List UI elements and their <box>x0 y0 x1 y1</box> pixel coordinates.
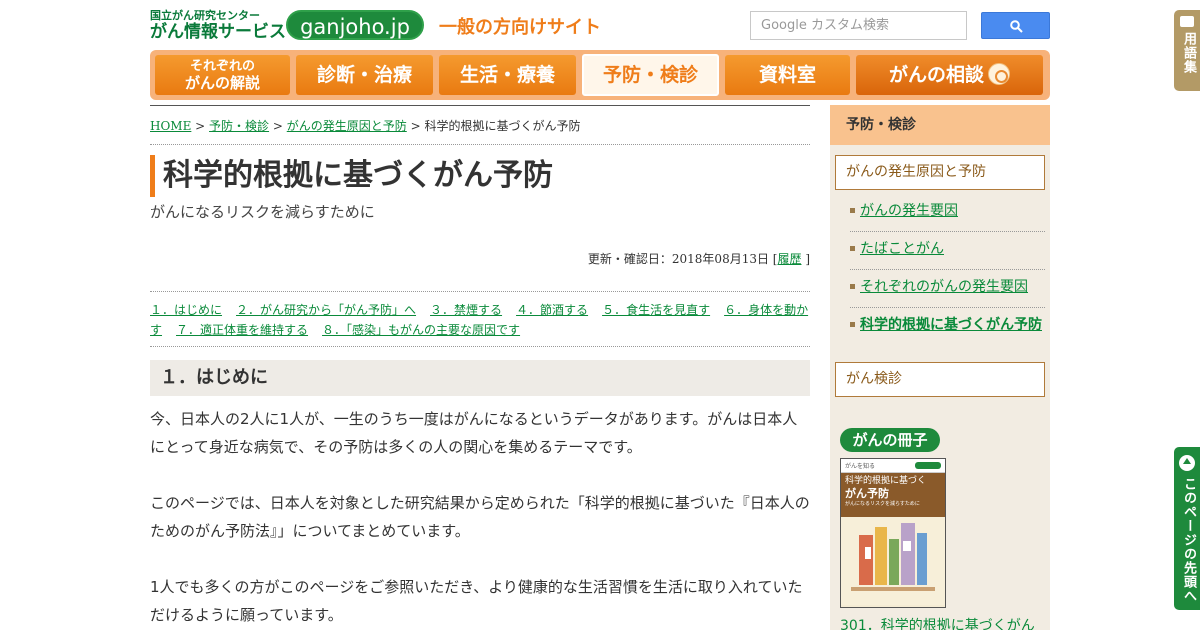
body-paragraph: 今、日本人の2人に1人が、一生のうち一度はがんになるというデータがあります。がん… <box>150 410 798 456</box>
breadcrumb-sep: > <box>406 119 425 133</box>
sidebar-link-label[interactable]: それぞれのがんの発生要因 <box>860 278 1045 296</box>
sidebar-link[interactable]: がんの発生要因 <box>850 202 1045 232</box>
toc-item[interactable]: ８．「感染」もがんの主要な原因です <box>322 323 520 337</box>
breadcrumb-prevention[interactable]: 予防・検診 <box>209 119 269 133</box>
site-pill-logo[interactable]: ganjoho.jp <box>286 10 424 40</box>
updated-date: 更新・確認日：2018年08月13日 [履歴 ] <box>588 250 810 267</box>
toc-item[interactable]: ４．節酒する <box>516 303 588 317</box>
sidebar-heading: 予防・検診 <box>830 105 1050 145</box>
site-logo[interactable]: 国立がん研究センター がん情報サービス <box>150 9 286 43</box>
page-top-tab[interactable]: このページの先頭へ <box>1174 447 1200 610</box>
site-tagline: 一般の方向けサイト <box>439 17 601 38</box>
toc-item[interactable]: ７．適正体重を維持する <box>176 323 308 337</box>
cover-illustration <box>841 517 945 605</box>
sidebar-link[interactable]: それぞれのがんの発生要因 <box>850 278 1045 308</box>
nav-item-living[interactable]: 生活・療養 <box>439 55 576 95</box>
breadcrumb-sep: > <box>191 119 210 133</box>
section-heading: １．はじめに <box>150 360 810 396</box>
search-button[interactable] <box>981 12 1050 39</box>
breadcrumb: HOME > 予防・検診 > がんの発生原因と予防 > 科学的根拠に基づくがん予… <box>150 105 810 145</box>
updated-close: ] <box>805 252 810 266</box>
body-paragraph: 1人でも多くの方がこのページをご参照いただき、より健康的な生活習慣を生活に取り入… <box>150 578 803 624</box>
site-header: 国立がん研究センター がん情報サービス ganjoho.jp 一般の方向けサイト… <box>150 8 1050 48</box>
cover-top-strip: がんを知る <box>841 459 945 473</box>
nav-item-library[interactable]: 資料室 <box>725 55 850 95</box>
page-subtitle: がんになるリスクを減らすために <box>150 203 375 221</box>
booklet-link-label[interactable]: 301．科学的根拠に基づくがん <box>840 618 1035 630</box>
bullet-icon <box>850 284 855 289</box>
global-nav: それぞれの がんの解説 診断・治療 生活・療養 予防・検診 資料室 がんの相談 <box>150 50 1050 100</box>
cover-title-line1: 科学的根拠に基づく <box>845 476 927 486</box>
search-input[interactable]: Google カスタム検索 <box>750 11 967 40</box>
sidebar-link-label[interactable]: たばことがん <box>860 240 1045 258</box>
booklet-cover-image[interactable]: がんを知る 科学的根拠に基づく がん予防 がんになるリスクを減らすために <box>840 458 946 608</box>
bullet-icon <box>850 322 855 327</box>
sidebar: 予防・検診 がんの発生原因と予防 がんの発生要因 たばことがん それぞれのがんの… <box>830 105 1050 630</box>
sidebar-link-label[interactable]: がんの発生要因 <box>860 202 1045 220</box>
consultation-icon <box>988 63 1010 85</box>
bullet-icon <box>850 208 855 213</box>
nav-item-consultation[interactable]: がんの相談 <box>856 55 1043 95</box>
org-name: 国立がん研究センター <box>150 9 260 22</box>
toc-item[interactable]: ２．がん研究から「がん予防」へ <box>236 303 416 317</box>
breadcrumb-current: 科学的根拠に基づくがん予防 <box>424 119 581 133</box>
page-title-block: 科学的根拠に基づくがん予防 <box>150 155 810 197</box>
page-top-label: このページの先頭へ <box>1181 477 1196 603</box>
body-paragraph: このページでは、日本人を対象とした研究結果から定められた「科学的根拠に基づいた『… <box>150 494 810 540</box>
toc-item[interactable]: １．はじめに <box>150 303 222 317</box>
nav-item-prevention[interactable]: 予防・検診 <box>582 54 719 96</box>
breadcrumb-home[interactable]: HOME <box>150 119 191 133</box>
toc-item[interactable]: ５．食生活を見直す <box>602 303 710 317</box>
sidebar-link-label[interactable]: 科学的根拠に基づくがん予防 <box>860 316 1045 334</box>
cover-logo <box>915 462 941 469</box>
arrow-up-icon <box>1179 455 1195 471</box>
search-icon <box>1010 20 1023 33</box>
glossary-tab[interactable]: 用語集 <box>1174 10 1200 91</box>
cover-subtitle: がんになるリスクを減らすために <box>845 501 920 507</box>
cover-title-band: 科学的根拠に基づく がん予防 がんになるリスクを減らすために <box>841 473 945 517</box>
book-icon <box>1180 16 1194 27</box>
glossary-label: 用語集 <box>1181 32 1196 74</box>
nav-item-cancer-types[interactable]: それぞれの がんの解説 <box>155 55 290 95</box>
sidebar-item-screening[interactable]: がん検診 <box>835 362 1045 397</box>
sidebar-link[interactable]: たばことがん <box>850 240 1045 270</box>
sidebar-item-causes[interactable]: がんの発生原因と予防 <box>835 155 1045 190</box>
breadcrumb-sep: > <box>269 119 287 133</box>
cover-title-line2: がん予防 <box>845 487 889 500</box>
bullet-icon <box>850 246 855 251</box>
history-link[interactable]: 履歴 <box>777 252 801 266</box>
page-title: 科学的根拠に基づくがん予防 <box>163 158 553 193</box>
nav-label-line1: それぞれの <box>189 59 255 74</box>
sidebar-link-current[interactable]: 科学的根拠に基づくがん予防 <box>850 316 1045 362</box>
booklet-badge: がんの冊子 <box>840 428 940 452</box>
nav-consult-label: がんの相談 <box>888 64 984 86</box>
cover-series: がんを知る <box>845 463 876 470</box>
toc-item[interactable]: ３．禁煙する <box>430 303 502 317</box>
table-of-contents: １．はじめに ２．がん研究から「がん予防」へ ３．禁煙する ４．節酒する ５．食生活を見… <box>150 291 810 347</box>
booklet-link[interactable]: 301．科学的根拠に基づくがん <box>840 615 1035 630</box>
updated-label: 更新・確認日：2018年08月13日 [ <box>587 252 778 266</box>
main-content: HOME > 予防・検診 > がんの発生原因と予防 > 科学的根拠に基づくがん予… <box>150 105 810 624</box>
breadcrumb-causes[interactable]: がんの発生原因と予防 <box>287 119 407 133</box>
nav-label-line2: がんの解説 <box>184 74 260 92</box>
service-name: がん情報サービス <box>150 22 286 42</box>
nav-item-diagnosis[interactable]: 診断・治療 <box>296 55 433 95</box>
